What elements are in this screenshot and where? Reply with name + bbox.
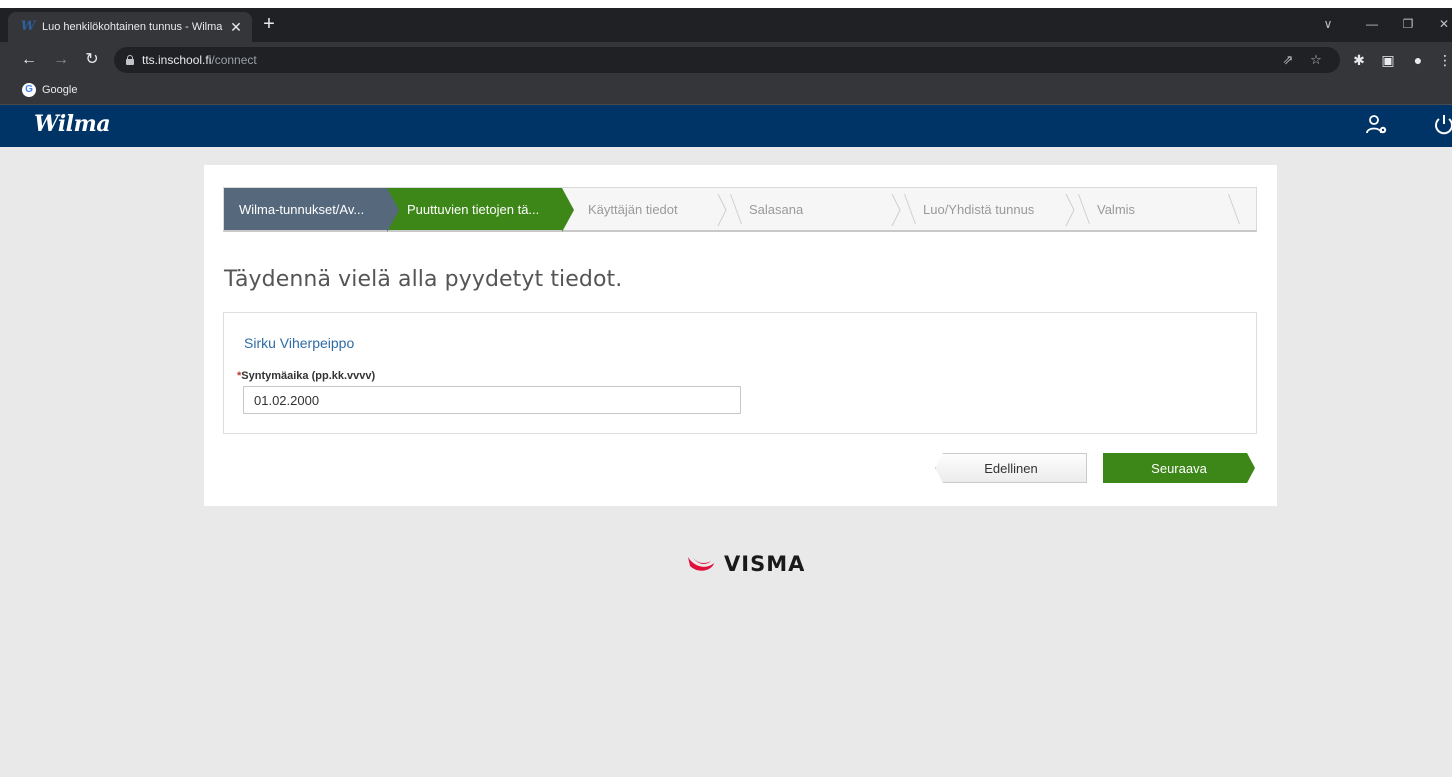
wilma-header: Wilma xyxy=(0,105,1452,147)
connect-wizard-card: Wilma-tunnukset/Av... Puuttuvien tietoje… xyxy=(204,165,1277,506)
step-kayttajan-tiedot: Käyttäjän tiedot xyxy=(562,188,731,230)
browser-toolbar: ← → ↻ tts.inschool.fi/connect ⇗ ☆ ✱ ▣ ● … xyxy=(0,42,1452,78)
step-separator-icon xyxy=(891,194,901,226)
url-host: tts.inschool.fi xyxy=(142,53,212,67)
step-label: Käyttäjän tiedot xyxy=(588,201,678,217)
power-icon[interactable] xyxy=(1430,113,1452,141)
person-name: Sirku Viherpeippo xyxy=(244,335,355,351)
birthdate-label-text: Syntymäaika (pp.kk.vvvv) xyxy=(241,370,376,382)
wizard-steps: Wilma-tunnukset/Av... Puuttuvien tietoje… xyxy=(223,187,1257,232)
step-separator-icon xyxy=(717,194,727,226)
step-label: Valmis xyxy=(1097,201,1136,217)
user-settings-icon[interactable] xyxy=(1363,113,1391,141)
tab-search-chevron-icon[interactable]: ∨ xyxy=(1316,12,1340,36)
restore-icon[interactable]: ❐ xyxy=(1396,12,1420,36)
url-path: /connect xyxy=(211,53,257,67)
browser-tab-active[interactable]: W Luo henkilökohtainen tunnus - Wilma ✕ xyxy=(8,12,252,42)
birthdate-input[interactable] xyxy=(243,386,741,414)
star-icon[interactable]: ☆ xyxy=(1307,51,1325,69)
step-label: Wilma-tunnukset/Av... xyxy=(239,201,365,217)
missing-info-form: Sirku Viherpeippo *Syntymäaika (pp.kk.vv… xyxy=(223,312,1257,434)
bookmark-label: Google xyxy=(42,84,78,96)
step-luo-yhdista-tunnus: Luo/Yhdistä tunnus xyxy=(905,188,1079,230)
extensions-icon[interactable]: ✱ xyxy=(1348,49,1370,71)
next-button[interactable]: Seuraava xyxy=(1103,453,1255,483)
close-tab-icon[interactable]: ✕ xyxy=(228,19,244,36)
url-text: tts.inschool.fi/connect xyxy=(142,53,257,67)
reload-icon[interactable]: ↻ xyxy=(81,49,103,71)
tab-title: Luo henkilökohtainen tunnus - Wilma xyxy=(42,21,223,33)
close-window-icon[interactable]: ✕ xyxy=(1432,12,1452,36)
step-puuttuvien-tietojen[interactable]: Puuttuvien tietojen tä... xyxy=(387,188,574,232)
step-valmis: Valmis xyxy=(1079,188,1229,230)
previous-button[interactable]: Edellinen xyxy=(935,453,1087,483)
page-title: Täydennä vielä alla pyydetyt tiedot. xyxy=(224,267,623,292)
step-wilma-tunnukset[interactable]: Wilma-tunnukset/Av... xyxy=(224,188,399,232)
lock-icon[interactable] xyxy=(126,55,134,65)
step-label: Salasana xyxy=(749,201,804,217)
address-bar[interactable]: tts.inschool.fi/connect ⇗ ☆ xyxy=(114,47,1340,73)
minimize-icon[interactable]: — xyxy=(1360,12,1384,36)
share-icon[interactable]: ⇗ xyxy=(1279,51,1297,69)
window-top-strip xyxy=(0,0,1452,8)
wilma-logo[interactable]: Wilma xyxy=(34,111,111,137)
google-icon: G xyxy=(22,83,36,97)
menu-icon[interactable]: ⋮ xyxy=(1434,49,1452,71)
bookmarks-bar: G Google xyxy=(0,78,1452,105)
back-icon[interactable]: ← xyxy=(18,49,40,71)
step-label: Puuttuvien tietojen tä... xyxy=(407,201,540,217)
step-separator-icon xyxy=(1065,194,1075,226)
forward-icon[interactable]: → xyxy=(50,49,72,71)
visma-wordmark: VISMA xyxy=(724,552,806,576)
browser-tab-bar: W Luo henkilökohtainen tunnus - Wilma ✕ … xyxy=(0,8,1452,42)
side-panel-icon[interactable]: ▣ xyxy=(1377,49,1399,71)
new-tab-button[interactable]: + xyxy=(259,14,279,34)
visma-mark-icon xyxy=(688,556,714,571)
bookmark-google[interactable]: G Google xyxy=(22,83,77,97)
visma-logo: VISMA xyxy=(686,552,805,576)
step-label: Luo/Yhdistä tunnus xyxy=(923,201,1035,217)
wilma-favicon-icon: W xyxy=(20,19,36,34)
profile-icon[interactable]: ● xyxy=(1407,49,1429,71)
step-salasana: Salasana xyxy=(731,188,905,230)
birthdate-label: *Syntymäaika (pp.kk.vvvv) xyxy=(237,370,375,382)
